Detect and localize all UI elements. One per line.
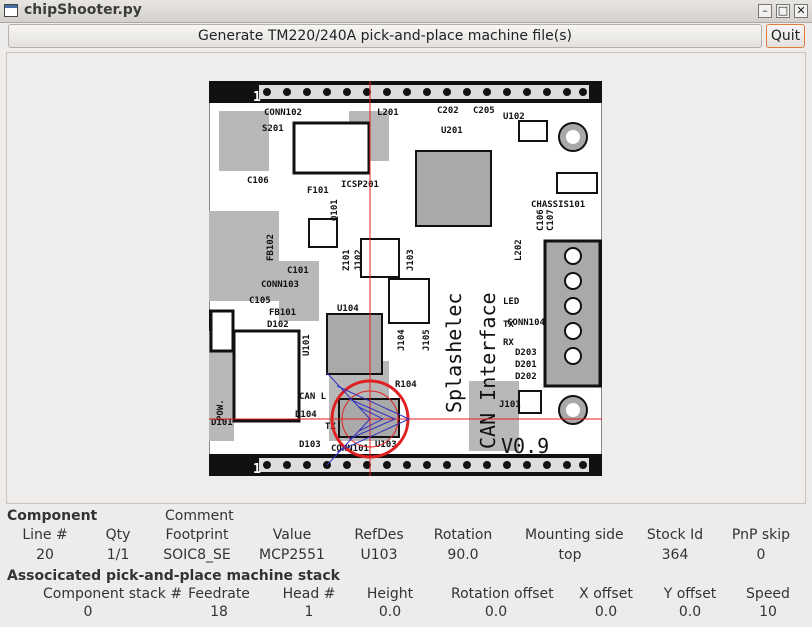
window-app-icon: [4, 4, 18, 17]
label-chassis101: CHASSIS101: [531, 200, 585, 210]
label-c106b: C106: [536, 209, 546, 231]
label-z101: Z101: [342, 249, 352, 271]
stack-value-x-offset: 0.0: [594, 604, 618, 620]
component-value-rotation: 90.0: [447, 547, 479, 563]
label-c205: C205: [473, 106, 495, 116]
component-header-footprint: Footprint: [165, 527, 229, 543]
label-d203: D203: [515, 348, 537, 358]
label-fb101: FB101: [269, 308, 296, 318]
label-r104: R104: [395, 380, 417, 390]
pcb-board-image[interactable]: CONN102 S201 L201 C202 C205 U102 U201 C1…: [209, 81, 602, 476]
component-heading: Component: [7, 508, 98, 524]
label-tx: TX: [503, 320, 514, 330]
component-value-mounting-side: top: [558, 547, 582, 563]
component-value-qty: 1/1: [106, 547, 130, 563]
stack-value-feedrate: 18: [210, 604, 228, 620]
comment-label: Comment: [165, 508, 234, 524]
label-u104: U104: [337, 304, 359, 314]
label-d103: D103: [299, 440, 321, 450]
stack-header-feedrate: Feedrate: [188, 586, 250, 602]
label-c202: C202: [437, 106, 459, 116]
close-button[interactable]: ✕: [794, 4, 808, 18]
generate-file-button[interactable]: Generate TM220/240A pick-and-place machi…: [8, 24, 762, 48]
label-c101: C101: [287, 266, 309, 276]
component-header-qty: Qty: [105, 527, 131, 543]
label-pin1-top: 1: [253, 90, 261, 105]
label-conn103: CONN103: [261, 280, 299, 290]
component-value-value: MCP2551: [259, 547, 325, 563]
label-c106: C106: [247, 176, 269, 186]
label-fb102: FB102: [266, 234, 276, 261]
label-rx: RX: [503, 338, 514, 348]
label-s201: S201: [262, 124, 284, 134]
label-q101: Q101: [330, 199, 340, 221]
label-can-interface: CAN Interface: [476, 292, 500, 449]
label-icsp201: ICSP201: [341, 180, 379, 190]
label-u201: U201: [441, 126, 463, 136]
window-title: chipShooter.py: [24, 2, 142, 18]
quit-button[interactable]: Quit: [766, 24, 805, 48]
stack-header-rotation-offset: Rotation offset: [451, 586, 554, 602]
stack-header-speed: Speed: [746, 586, 790, 602]
label-c105: C105: [249, 296, 271, 306]
label-j103: J103: [406, 249, 416, 271]
stack-heading: Associcated pick-and-place machine stack: [7, 568, 340, 584]
stack-value-head: 1: [304, 604, 314, 620]
label-l202: L202: [514, 239, 524, 261]
label-j102: J102: [354, 249, 364, 271]
title-bar: chipShooter.py – □ ✕: [0, 0, 812, 23]
label-u102: U102: [503, 112, 525, 122]
stack-value-speed: 10: [759, 604, 777, 620]
stack-header-head: Head #: [282, 586, 336, 602]
label-l201: L201: [377, 108, 399, 118]
label-c107: C107: [546, 209, 556, 231]
component-header-refdes: RefDes: [354, 527, 404, 543]
component-value-stock-id: 364: [661, 547, 689, 563]
label-d201: D201: [515, 360, 537, 370]
stack-header-height: Height: [366, 586, 414, 602]
label-j105: J105: [422, 329, 432, 351]
label-can-l: CAN L: [299, 392, 327, 402]
component-value-footprint: SOIC8_SE: [163, 547, 231, 563]
stack-value-height: 0.0: [378, 604, 402, 620]
component-header-rotation: Rotation: [433, 527, 493, 543]
stack-header-x-offset: X offset: [579, 586, 633, 602]
maximize-button[interactable]: □: [776, 4, 790, 18]
stack-header-component-stack: Component stack #: [43, 586, 183, 602]
minimize-button[interactable]: –: [758, 4, 772, 18]
label-version: V0.9: [501, 434, 549, 458]
label-pin1-bottom: 1: [253, 462, 261, 476]
label-led: LED: [503, 297, 520, 307]
stack-value-component-stack: 0: [83, 604, 93, 620]
label-j104: J104: [397, 329, 407, 351]
label-u101: U101: [302, 334, 312, 356]
stack-value-rotation-offset: 0.0: [484, 604, 508, 620]
label-conn102: CONN102: [264, 108, 302, 118]
component-header-stock-id: Stock Id: [646, 527, 704, 543]
component-header-pnp-skip: PnP skip: [731, 527, 791, 543]
label-f101: F101: [307, 186, 329, 196]
stack-value-y-offset: 0.0: [678, 604, 702, 620]
label-d202: D202: [515, 372, 537, 382]
label-j101: J101: [499, 400, 521, 410]
component-header-mounting-side: Mounting side: [525, 527, 624, 543]
component-header-value: Value: [272, 527, 312, 543]
component-value-pnp-skip: 0: [756, 547, 766, 563]
stack-header-y-offset: Y offset: [663, 586, 717, 602]
label-d102: D102: [267, 320, 289, 330]
label-splashelec: Splashelec: [442, 293, 466, 413]
label-pow: POW.: [216, 399, 226, 421]
component-value-refdes: U103: [360, 547, 398, 563]
